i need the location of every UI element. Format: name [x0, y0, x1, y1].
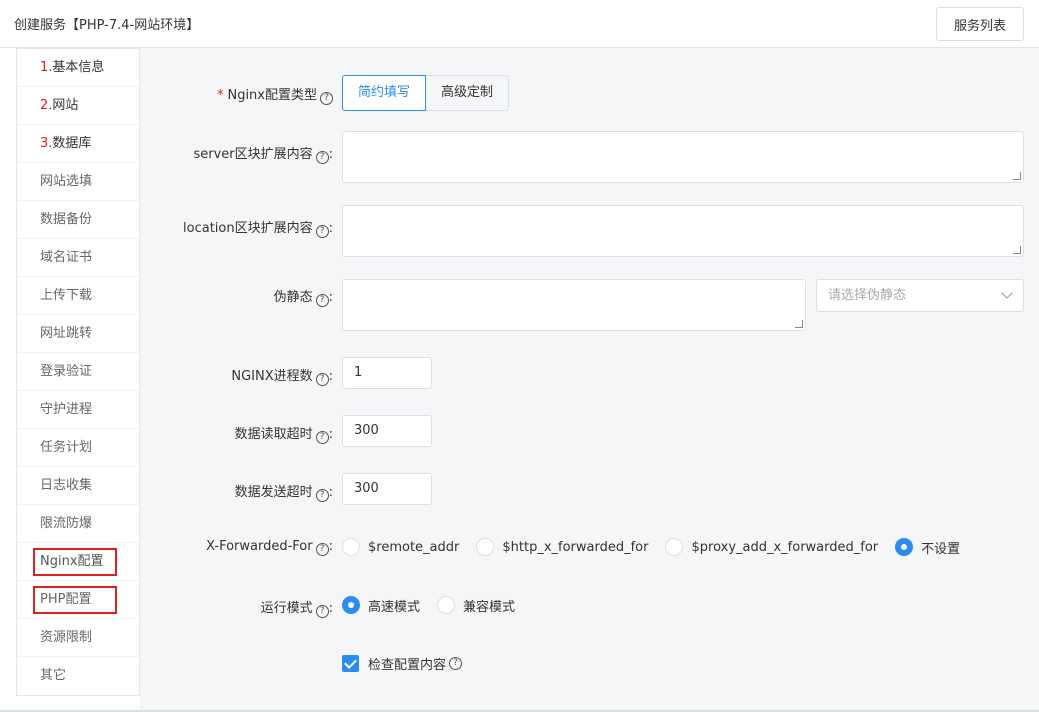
sidebar-item-nginx-config[interactable]: Nginx配置 — [17, 543, 142, 581]
sidebar-item-backup[interactable]: 数据备份 — [17, 201, 141, 239]
sidebar-item-basic-info[interactable]: 1.基本信息 — [17, 49, 141, 87]
resize-handle-icon[interactable] — [1013, 172, 1021, 180]
server-ext-textarea[interactable] — [342, 131, 1024, 183]
radio-circle[interactable] — [437, 596, 456, 614]
xff-option-proxy-add-xff[interactable]: $proxy_add_x_forwarded_for — [665, 538, 878, 556]
sidebar-item-label: 日志收集 — [40, 478, 93, 493]
help-icon[interactable]: ? — [449, 657, 463, 670]
page-title: 创建服务【PHP-7.4-网站环境】 — [14, 18, 200, 33]
rewrite-label: 伪静态?: — [273, 290, 333, 307]
radio-circle-selected[interactable] — [342, 596, 360, 614]
read-timeout-input[interactable]: 300 — [342, 415, 432, 447]
xff-option-http-xff[interactable]: $http_x_forwarded_for — [476, 538, 648, 556]
nginx-type-label: * Nginx配置类型? — [217, 84, 333, 105]
sidebar-item-label: 网站 — [52, 98, 79, 113]
sidebar: 1.基本信息 2.网站 3.数据库 网站选填 数据备份 域名证书 上传下载 网址… — [16, 48, 142, 696]
sidebar-item-label: 限流防爆 — [40, 516, 93, 531]
run-mode-option-fast[interactable]: 高速模式 — [342, 596, 420, 615]
sidebar-item-label: 数据备份 — [40, 212, 93, 227]
sidebar-item-upload-download[interactable]: 上传下载 — [17, 277, 141, 315]
read-timeout-label: 数据读取超时?: — [234, 427, 333, 444]
rewrite-select[interactable]: 请选择伪静态 — [816, 279, 1024, 312]
sidebar-item-label: 其它 — [40, 668, 67, 683]
nginx-workers-input[interactable]: 1 — [342, 357, 432, 389]
service-list-button[interactable]: 服务列表 — [936, 7, 1024, 41]
sidebar-item-label: 网站选填 — [40, 174, 93, 189]
help-icon[interactable]: ? — [320, 92, 333, 105]
sidebar-item-label: 数据库 — [52, 136, 92, 151]
sidebar-item-label: 守护进程 — [40, 402, 93, 417]
sidebar-item-login-auth[interactable]: 登录验证 — [17, 353, 141, 391]
sidebar-item-resource-limit[interactable]: 资源限制 — [17, 619, 141, 657]
sidebar-item-label: 任务计划 — [40, 440, 93, 455]
sidebar-item-label: 上传下载 — [40, 288, 93, 303]
sidebar-item-site-options[interactable]: 网站选填 — [17, 163, 141, 201]
nginx-type-toggle: 简约填写 高级定制 — [342, 75, 510, 111]
advanced-custom-button[interactable]: 高级定制 — [426, 75, 510, 111]
sidebar-item-label: 域名证书 — [40, 250, 93, 265]
check-config-checkbox[interactable] — [342, 655, 359, 672]
radio-circle[interactable] — [665, 538, 684, 556]
form-row-nginx-type: * Nginx配置类型? 简约填写 高级定制 — [140, 75, 1039, 111]
sidebar-item-cron[interactable]: 任务计划 — [17, 429, 141, 467]
xff-option-none[interactable]: 不设置 — [895, 538, 960, 557]
help-icon[interactable]: ? — [315, 605, 329, 618]
sidebar-item-redirect[interactable]: 网址跳转 — [17, 315, 141, 353]
xff-option-remote-addr[interactable]: $remote_addr — [342, 538, 459, 556]
help-icon[interactable]: ? — [315, 225, 329, 238]
help-icon[interactable]: ? — [315, 294, 329, 307]
nginx-workers-label: NGINX进程数?: — [231, 369, 333, 386]
simple-fill-button[interactable]: 简约填写 — [342, 75, 427, 111]
send-timeout-label: 数据发送超时?: — [234, 485, 333, 502]
location-ext-label: location区块扩展内容?: — [183, 221, 333, 238]
send-timeout-input[interactable]: 300 — [342, 473, 432, 505]
help-icon[interactable]: ? — [315, 373, 329, 386]
sidebar-item-php-config[interactable]: PHP配置 — [17, 581, 141, 619]
sidebar-item-label: 网址跳转 — [40, 326, 93, 341]
run-mode-radio-group: 高速模式 兼容模式 — [342, 595, 532, 615]
chevron-down-icon — [1001, 287, 1013, 299]
sidebar-item-database[interactable]: 3.数据库 — [17, 125, 141, 163]
highlight-box — [33, 548, 117, 576]
sidebar-item-log-collect[interactable]: 日志收集 — [17, 467, 141, 505]
server-ext-label: server区块扩展内容?: — [193, 147, 333, 164]
run-mode-label: 运行模式?: — [260, 601, 333, 618]
help-icon[interactable]: ? — [315, 151, 329, 164]
sidebar-item-label: 基本信息 — [52, 60, 105, 75]
resize-handle-icon[interactable] — [1013, 246, 1021, 254]
sidebar-item-label: 登录验证 — [40, 364, 93, 379]
form-panel: * Nginx配置类型? 简约填写 高级定制 server区块扩展内容?: loc… — [140, 48, 1039, 712]
sidebar-item-domain-cert[interactable]: 域名证书 — [17, 239, 141, 277]
check-config-row[interactable]: 检查配置内容? — [342, 654, 463, 673]
radio-circle[interactable] — [476, 538, 495, 556]
sidebar-item-other[interactable]: 其它 — [17, 657, 141, 695]
resize-handle-icon[interactable] — [795, 320, 803, 328]
sidebar-item-rate-limit[interactable]: 限流防爆 — [17, 505, 141, 543]
xff-label: X-Forwarded-For?: — [206, 539, 333, 556]
sidebar-item-website[interactable]: 2.网站 — [17, 87, 141, 125]
help-icon[interactable]: ? — [315, 489, 329, 502]
rewrite-textarea[interactable] — [342, 279, 806, 331]
location-ext-textarea[interactable] — [342, 205, 1024, 257]
highlight-box — [33, 586, 117, 614]
page-header: 创建服务【PHP-7.4-网站环境】 服务列表 — [0, 0, 1039, 48]
help-icon[interactable]: ? — [315, 543, 329, 556]
radio-circle-selected[interactable] — [895, 538, 914, 556]
help-icon[interactable]: ? — [315, 431, 329, 444]
sidebar-item-label: 资源限制 — [40, 630, 93, 645]
run-mode-option-compat[interactable]: 兼容模式 — [437, 596, 515, 615]
sidebar-item-daemon[interactable]: 守护进程 — [17, 391, 141, 429]
xff-radio-group: $remote_addr $http_x_forwarded_for $prox… — [342, 537, 977, 557]
radio-circle[interactable] — [342, 538, 360, 556]
